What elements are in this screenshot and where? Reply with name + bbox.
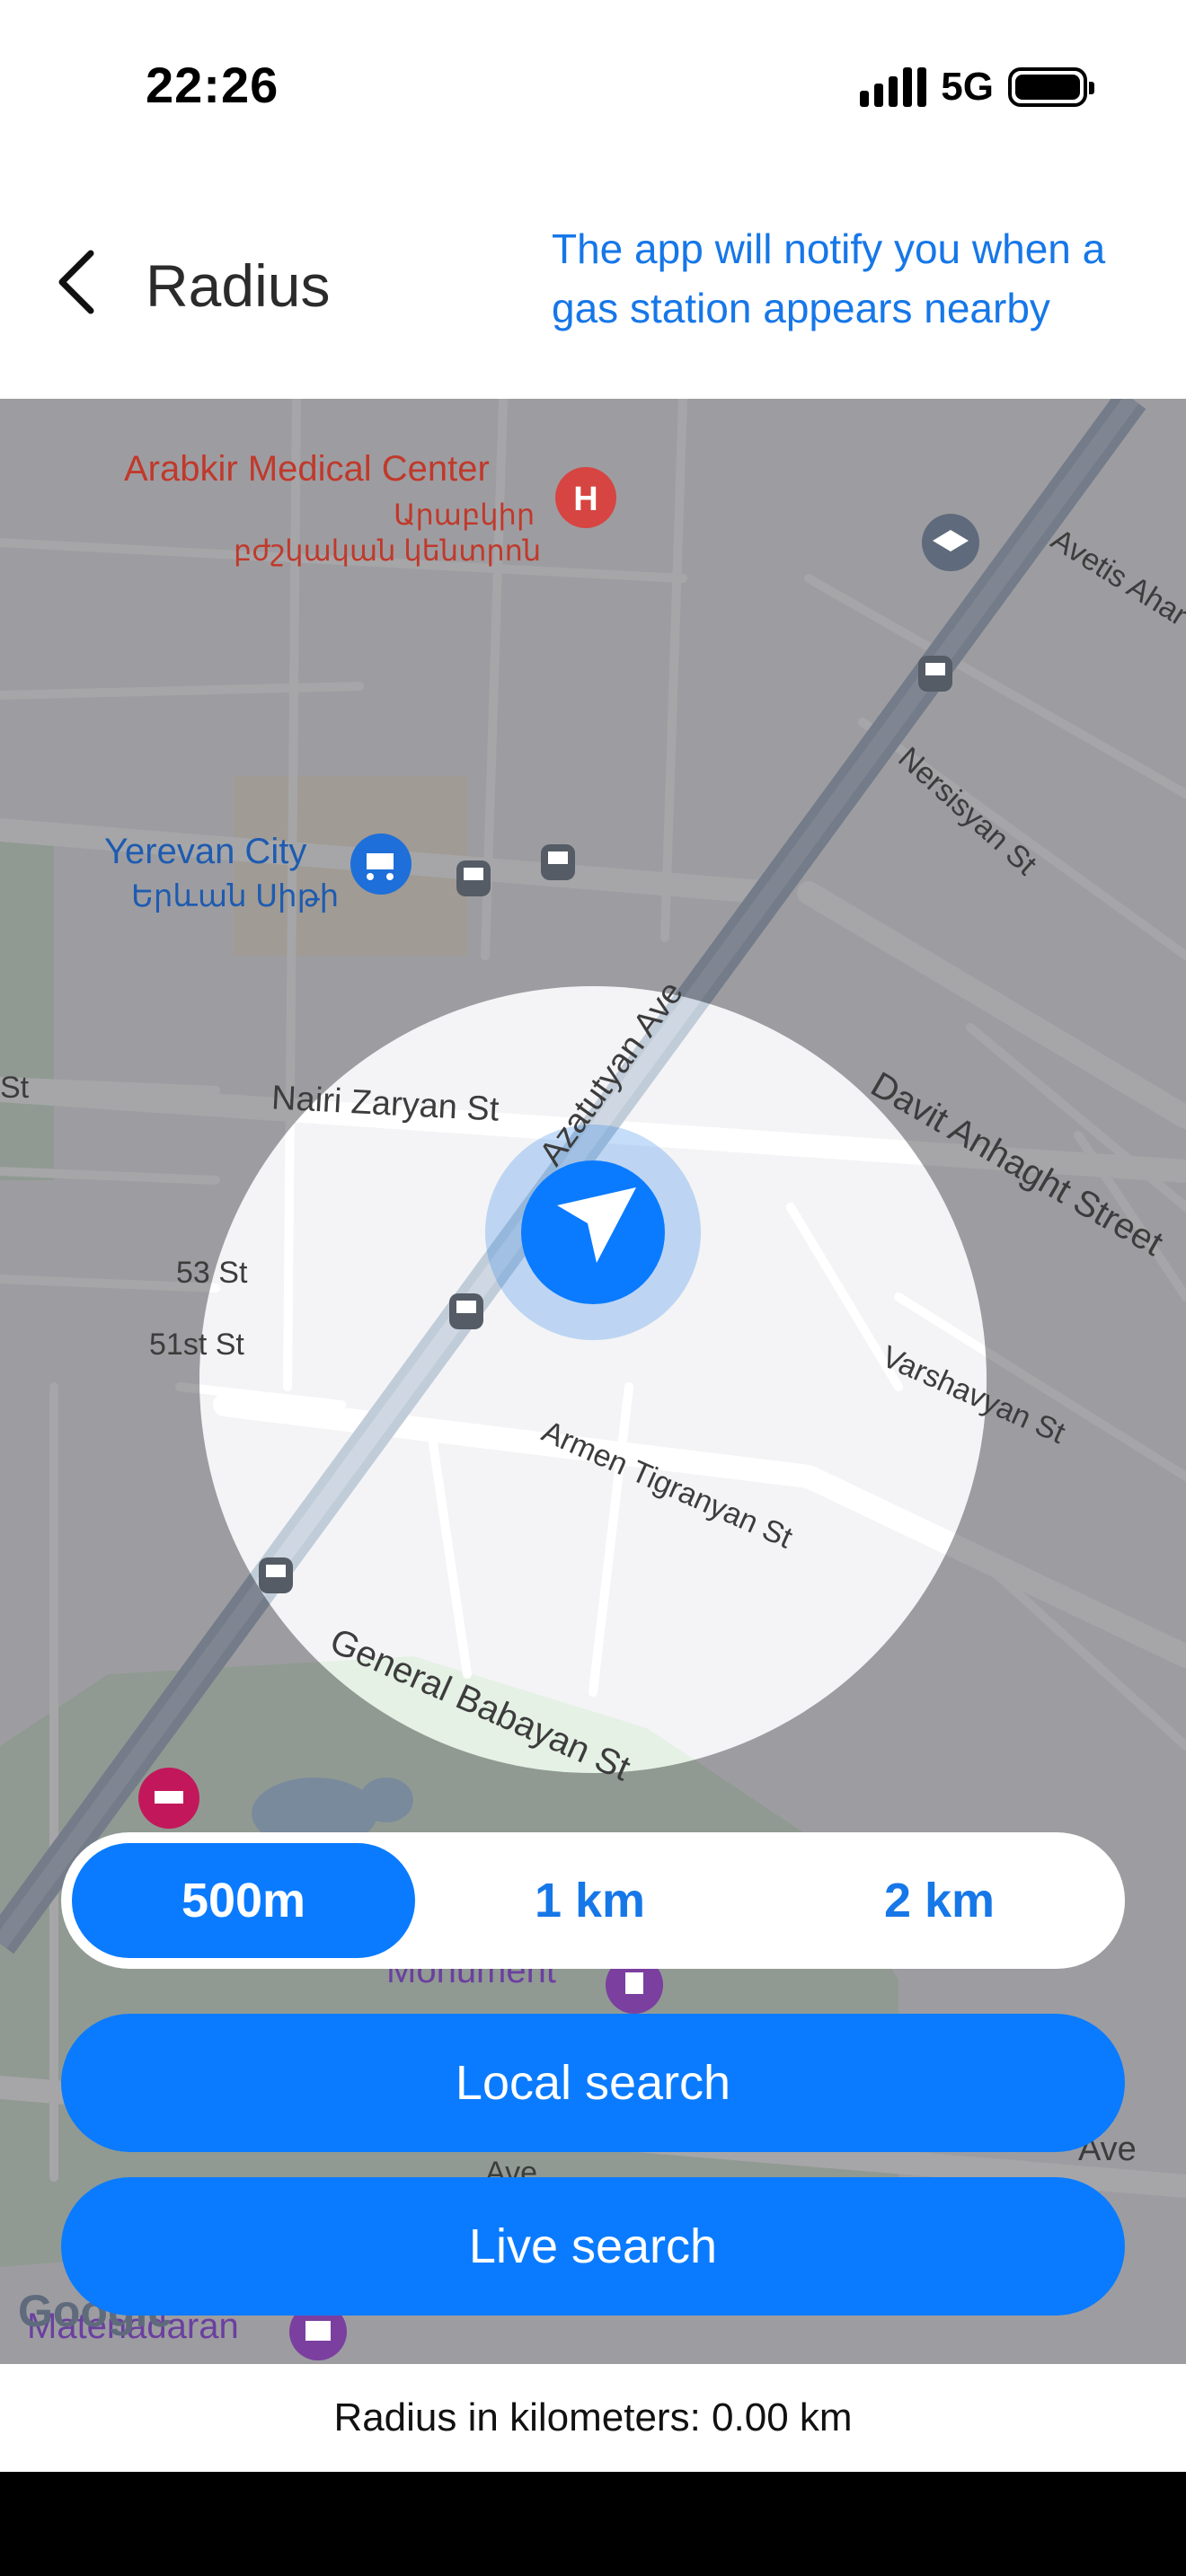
radius-option-500m[interactable]: 500m	[72, 1843, 415, 1958]
battery-icon	[1008, 67, 1094, 107]
bus-icon[interactable]	[456, 860, 491, 896]
map-label-medical-center: Arabkir Medical Center	[124, 449, 490, 489]
shopping-cart-icon[interactable]	[350, 834, 412, 895]
chevron-left-icon	[58, 250, 94, 314]
map-label-medical-center-hy: Արաբկիր	[394, 498, 535, 531]
radius-selector: 500m 1 km 2 km	[61, 1832, 1125, 1969]
hotel-icon[interactable]	[138, 1768, 199, 1829]
map-view[interactable]: H Arabkir Medical Center Արաբկիր բժշկակա…	[0, 399, 1186, 2364]
signal-icon	[860, 67, 927, 107]
home-indicator-area	[0, 2472, 1186, 2576]
radius-option-2km[interactable]: 2 km	[765, 1843, 1114, 1958]
map-label-yerevan-city-hy: Երևան Սիթի	[131, 879, 340, 913]
live-search-button[interactable]: Live search	[61, 2177, 1125, 2316]
notify-hint: The app will notify you when a gas stati…	[552, 225, 1106, 331]
school-icon[interactable]	[922, 514, 979, 571]
radius-option-1km[interactable]: 1 km	[415, 1843, 765, 1958]
navigation-arrow-icon[interactable]	[521, 1160, 665, 1304]
header: Radius The app will notify you when a ga…	[0, 180, 1186, 399]
map-label-yerevan-city: Yerevan City	[104, 832, 307, 871]
local-search-button[interactable]: Local search	[61, 2014, 1125, 2152]
map-label-53-st: 53 St	[176, 1256, 248, 1290]
bus-icon[interactable]	[259, 1557, 293, 1593]
page-title: Radius	[146, 252, 331, 319]
network-type: 5G	[941, 65, 994, 109]
svg-text:H: H	[573, 481, 597, 518]
bus-icon[interactable]	[541, 844, 575, 880]
map-label-medical-center-hy-2: բժշկական կենտրոն	[234, 534, 542, 567]
status-icons: 5G	[860, 65, 1094, 110]
hospital-icon[interactable]: H	[555, 467, 616, 528]
map-label-st-left: St	[0, 1071, 30, 1105]
status-time: 22:26	[146, 57, 279, 113]
bus-icon[interactable]	[449, 1293, 483, 1329]
status-bar: 22:26 5G	[0, 0, 1186, 180]
map-label-51st-st: 51st St	[149, 1328, 244, 1362]
bus-icon[interactable]	[918, 656, 952, 692]
back-button[interactable]	[36, 237, 117, 327]
radius-readout: Radius in kilometers: 0.00 km	[0, 2364, 1186, 2472]
